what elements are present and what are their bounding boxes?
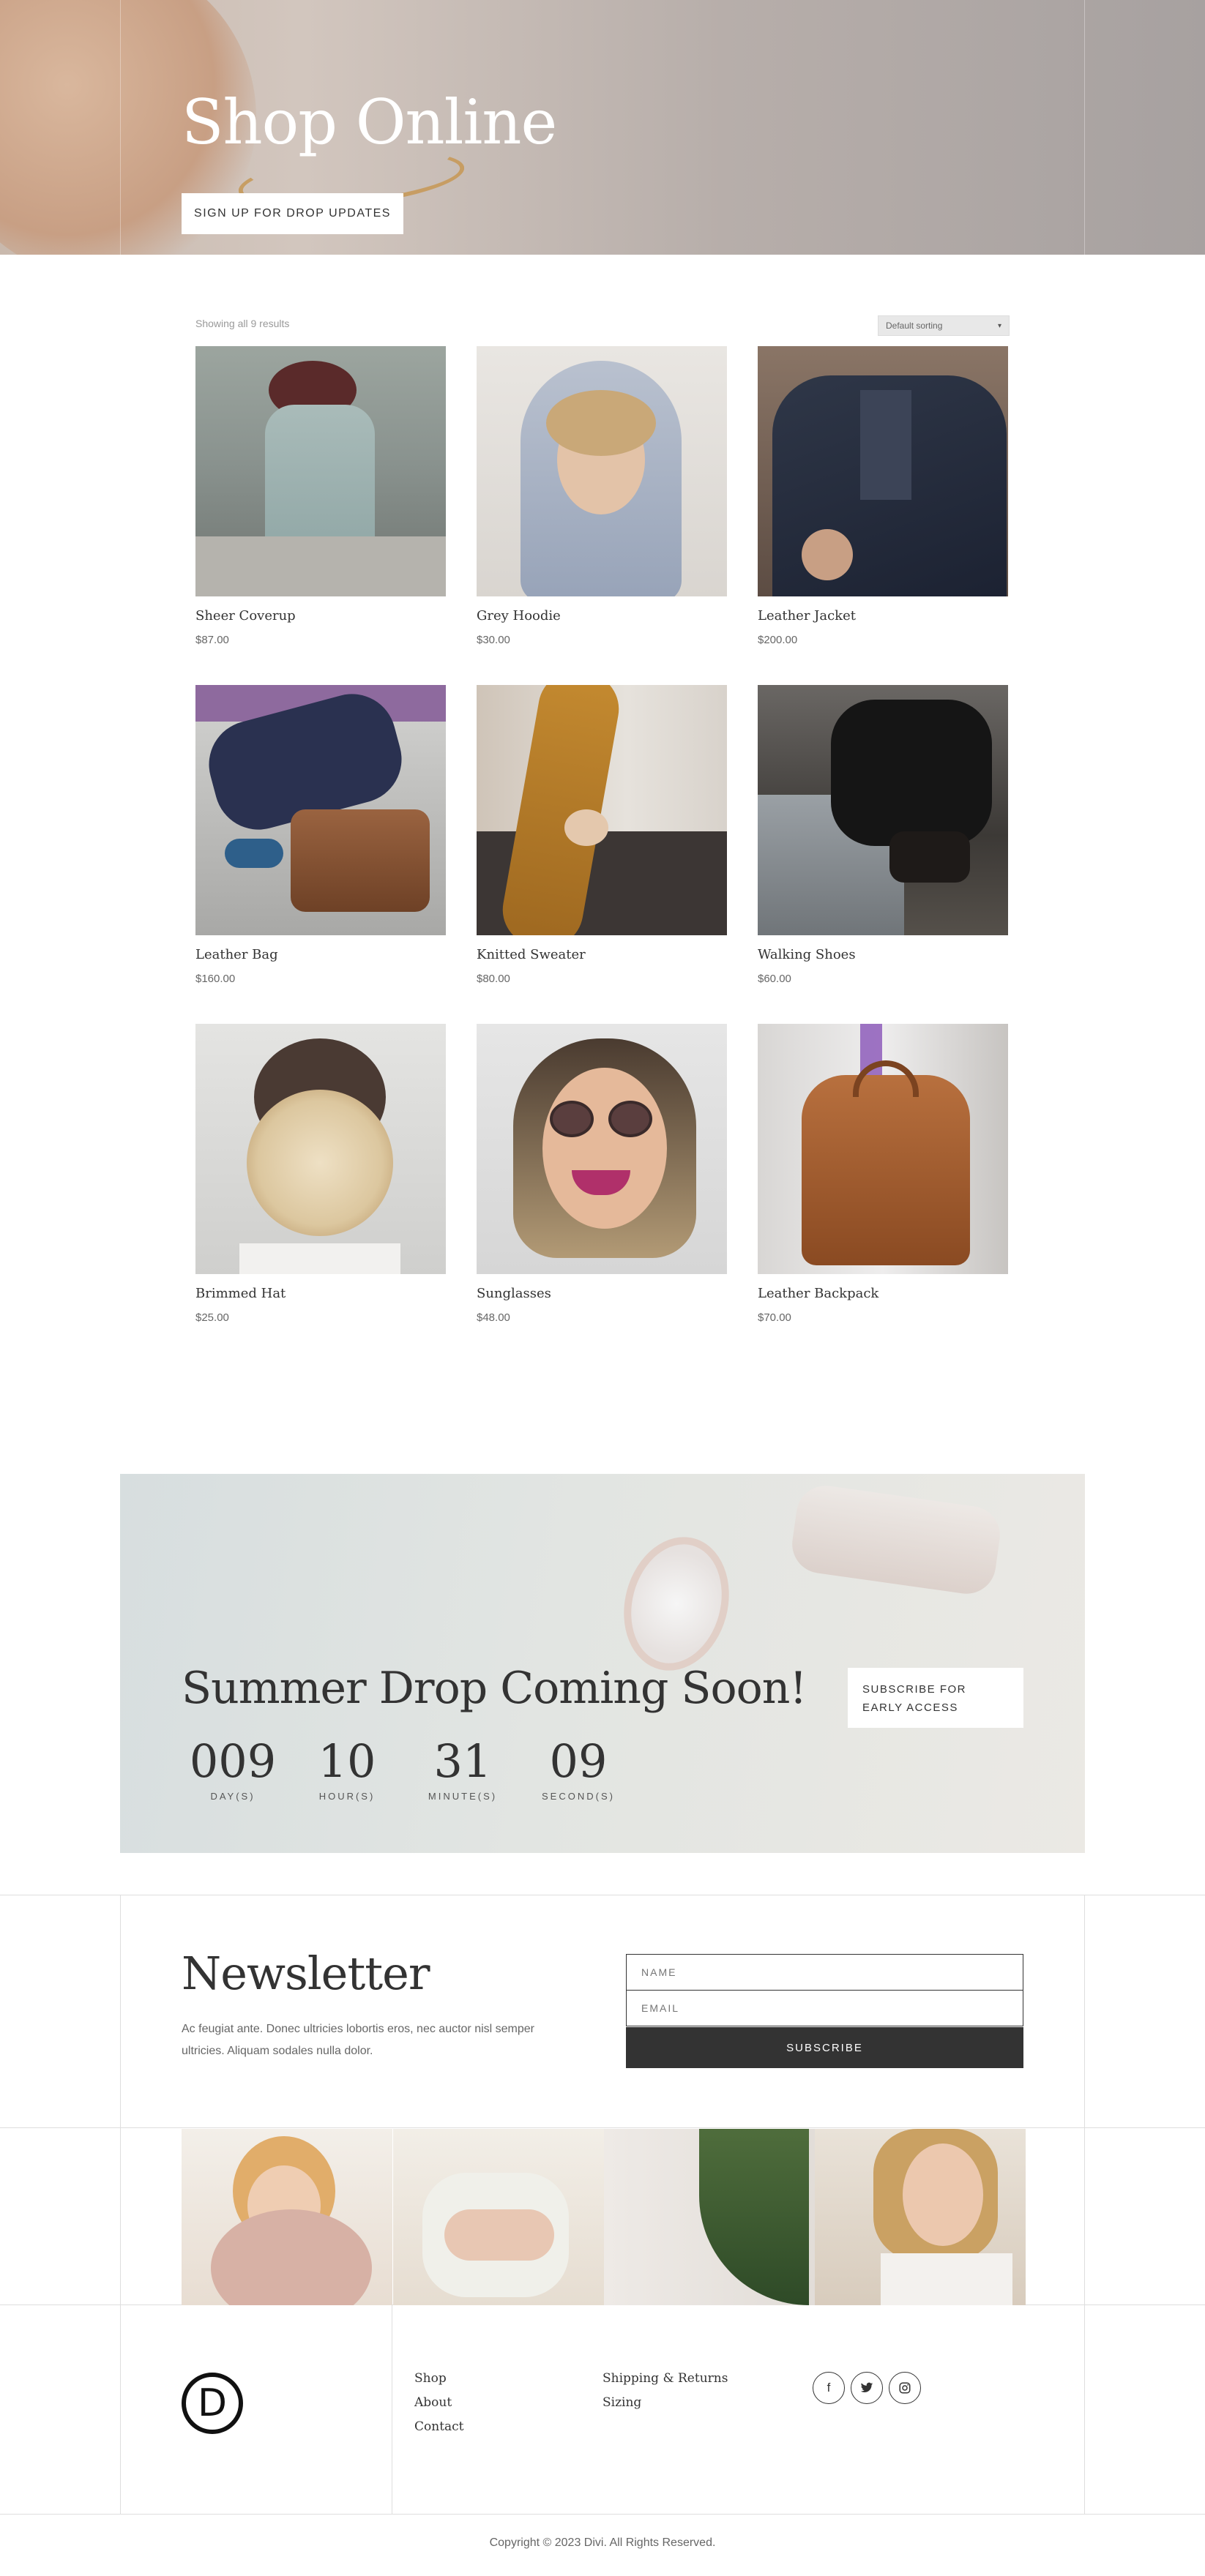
product-image[interactable] [477, 1024, 727, 1274]
countdown-value: 10 [318, 1734, 376, 1788]
countdown-label: MINUTE(S) [428, 1791, 498, 1802]
countdown-minutes: 31 MINUTE(S) [411, 1734, 514, 1802]
product-card[interactable]: Grey Hoodie $30.00 [477, 346, 727, 646]
result-count: Showing all 9 results [195, 318, 290, 329]
countdown-value: 31 [433, 1734, 492, 1788]
countdown-value: 09 [549, 1734, 608, 1788]
footer-link-contact[interactable]: Contact [414, 2419, 464, 2434]
gallery-image [393, 2129, 604, 2305]
product-price: $70.00 [758, 1311, 791, 1324]
footer-link-sizing[interactable]: Sizing [602, 2395, 641, 2410]
product-image[interactable] [758, 1024, 1008, 1274]
product-image[interactable] [758, 346, 1008, 596]
product-card[interactable]: Leather Bag $160.00 [195, 685, 446, 985]
product-name[interactable]: Sunglasses [477, 1286, 727, 1301]
product-card[interactable]: Walking Shoes $60.00 [758, 685, 1008, 985]
instagram-glyph-icon [899, 2382, 911, 2394]
countdown-section: Summer Drop Coming Soon! 009 DAY(S) 10 H… [120, 1474, 1085, 1853]
copyright: Copyright © 2023 Divi. All Rights Reserv… [489, 2536, 716, 2549]
product-name[interactable]: Sheer Coverup [195, 608, 446, 624]
footer-link-shop[interactable]: Shop [414, 2371, 447, 2386]
product-card[interactable]: Knitted Sweater $80.00 [477, 685, 727, 985]
footer-link-about[interactable]: About [414, 2395, 452, 2410]
product-name[interactable]: Walking Shoes [758, 947, 1008, 962]
twitter-bird-icon [860, 2382, 873, 2393]
sort-select[interactable]: Default sorting ▾ [878, 315, 1010, 336]
newsletter-description: Ac feugiat ante. Donec ultricies loborti… [182, 2023, 535, 2057]
product-card[interactable]: Sheer Coverup $87.00 [195, 346, 446, 646]
sort-select-value: Default sorting [886, 321, 943, 331]
product-image[interactable] [195, 1024, 446, 1274]
name-field[interactable] [626, 1954, 1023, 1991]
product-name[interactable]: Brimmed Hat [195, 1286, 446, 1301]
facebook-icon[interactable]: f [813, 2372, 845, 2404]
hero-section: Shop Online SIGN UP FOR DROP UPDATES [0, 0, 1205, 255]
divi-logo[interactable]: D [182, 2373, 243, 2434]
chevron-down-icon: ▾ [997, 321, 1001, 330]
product-name[interactable]: Knitted Sweater [477, 947, 727, 962]
product-card[interactable]: Leather Jacket $200.00 [758, 346, 1008, 646]
gallery-image [604, 2129, 815, 2305]
gallery-image [182, 2129, 392, 2305]
product-image[interactable] [195, 685, 446, 935]
product-name[interactable]: Leather Jacket [758, 608, 1008, 624]
newsletter-title: Newsletter [182, 1947, 430, 2000]
product-card[interactable]: Leather Backpack $70.00 [758, 1024, 1008, 1324]
countdown-label: DAY(S) [210, 1791, 255, 1802]
product-price: $160.00 [195, 973, 236, 985]
product-image[interactable] [195, 346, 446, 596]
product-image[interactable] [758, 685, 1008, 935]
footer-link-shipping[interactable]: Shipping & Returns [602, 2371, 728, 2386]
countdown-value: 009 [189, 1734, 277, 1788]
ring-image [609, 1525, 744, 1682]
email-field[interactable] [626, 1990, 1023, 2026]
divider [1084, 1895, 1085, 2514]
early-access-button[interactable]: SUBSCRIBE FOR EARLY ACCESS [848, 1668, 1023, 1728]
product-image[interactable] [477, 346, 727, 596]
countdown-hours: 10 HOUR(S) [296, 1734, 398, 1802]
countdown-days: 009 DAY(S) [182, 1734, 284, 1802]
drop-updates-button[interactable]: SIGN UP FOR DROP UPDATES [182, 193, 403, 234]
hero-title: Shop Online [182, 86, 557, 158]
hero-divider [120, 0, 121, 255]
hero-divider [1084, 0, 1085, 255]
product-price: $87.00 [195, 634, 229, 646]
ring-image [788, 1482, 1004, 1598]
divider [0, 2127, 1205, 2128]
countdown-title: Summer Drop Coming Soon! [182, 1663, 807, 1714]
name-input[interactable] [641, 1966, 1023, 1978]
twitter-icon[interactable] [851, 2372, 883, 2404]
product-card[interactable]: Brimmed Hat $25.00 [195, 1024, 446, 1324]
countdown-label: HOUR(S) [318, 1791, 376, 1802]
email-input[interactable] [641, 2002, 1023, 2014]
instagram-icon[interactable] [889, 2372, 921, 2404]
countdown-seconds: 09 SECOND(S) [527, 1734, 630, 1802]
subscribe-button[interactable]: SUBSCRIBE [626, 2027, 1023, 2068]
product-image[interactable] [477, 685, 727, 935]
product-name[interactable]: Leather Bag [195, 947, 446, 962]
product-price: $30.00 [477, 634, 510, 646]
divider [120, 1895, 121, 2514]
product-price: $80.00 [477, 973, 510, 985]
gallery-image [815, 2129, 1026, 2305]
countdown-label: SECOND(S) [542, 1791, 615, 1802]
product-name[interactable]: Grey Hoodie [477, 608, 727, 624]
product-price: $25.00 [195, 1311, 229, 1324]
product-card[interactable]: Sunglasses $48.00 [477, 1024, 727, 1324]
product-price: $200.00 [758, 634, 798, 646]
product-name[interactable]: Leather Backpack [758, 1286, 1008, 1301]
product-price: $60.00 [758, 973, 791, 985]
divider [0, 2514, 1205, 2515]
product-price: $48.00 [477, 1311, 510, 1324]
